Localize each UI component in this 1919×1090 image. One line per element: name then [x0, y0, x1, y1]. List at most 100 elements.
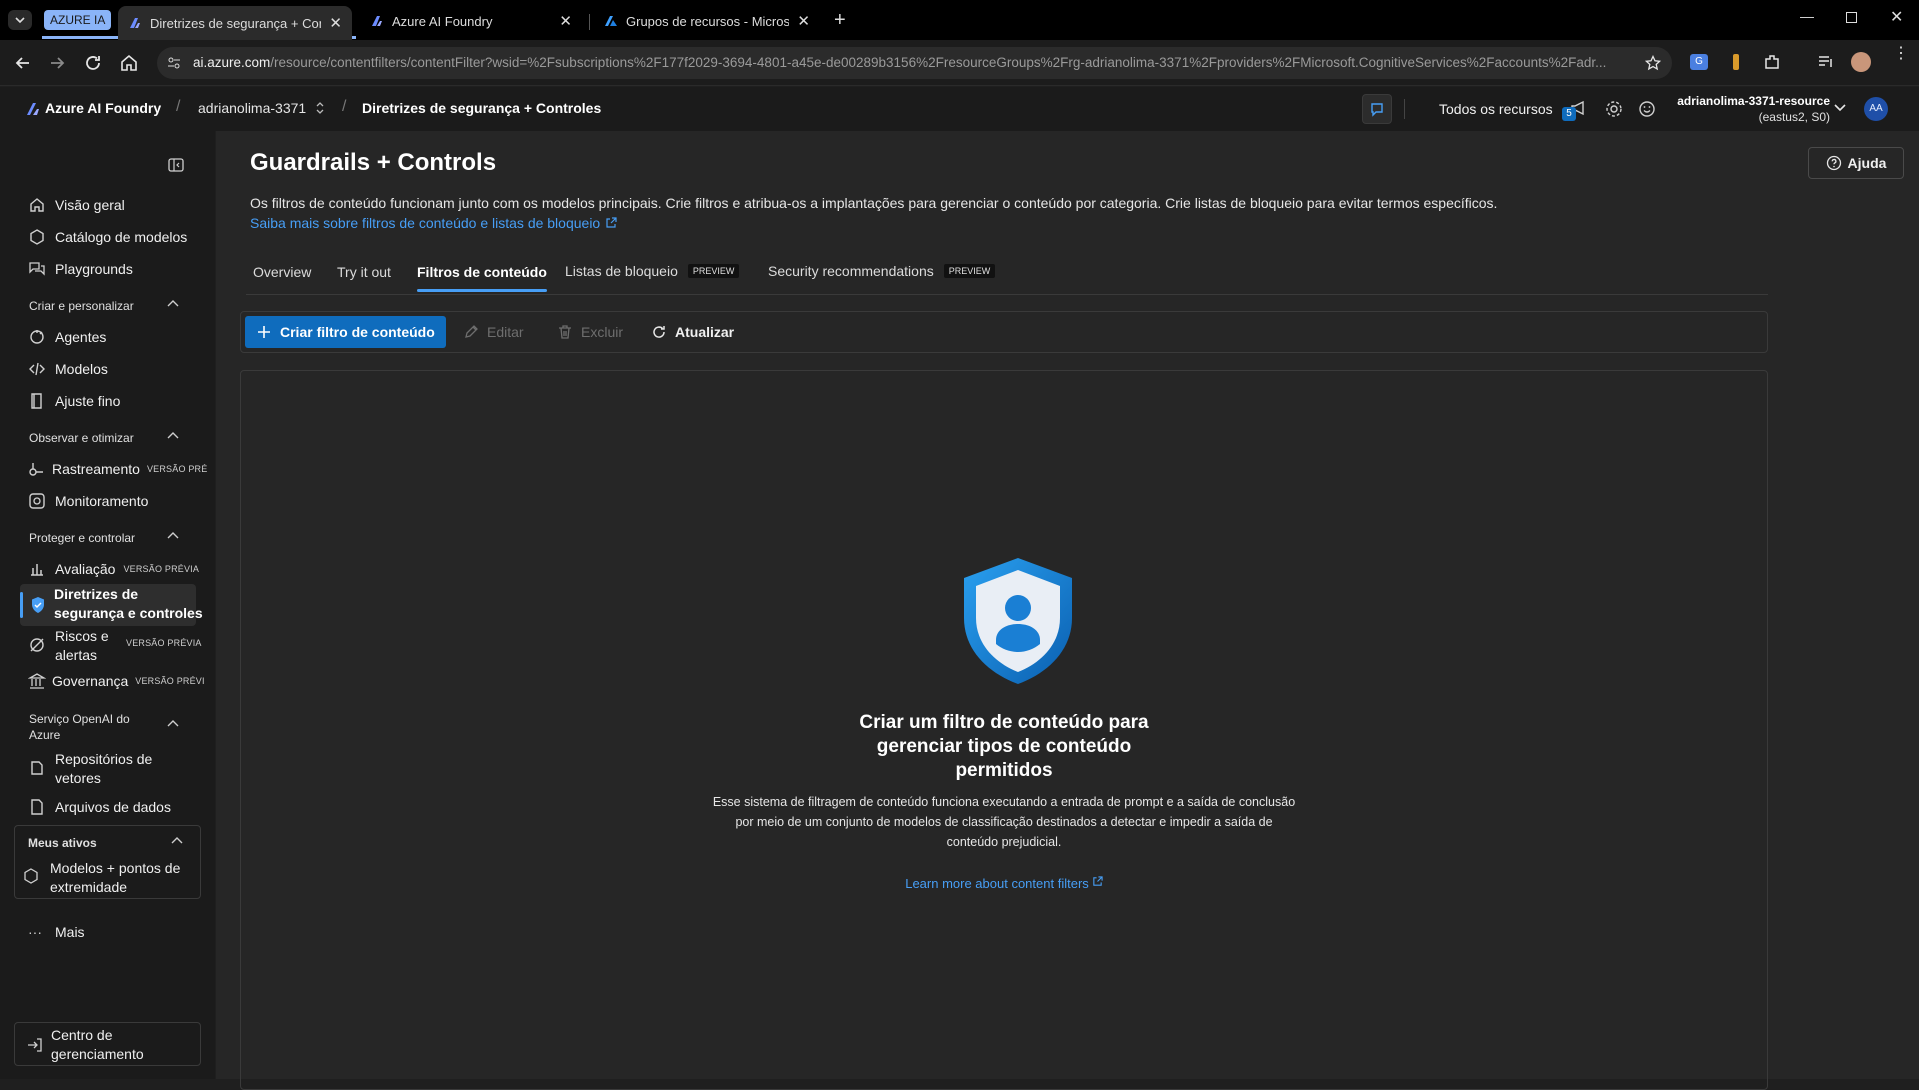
help-button[interactable]: Ajuda	[1808, 147, 1904, 179]
empty-state-description: Esse sistema de filtragem de conteúdo fu…	[241, 792, 1767, 852]
notification-count-badge: 5	[1562, 107, 1576, 121]
nav-models[interactable]: Modelos	[28, 360, 108, 378]
nav-fine-tuning[interactable]: Ajuste fino	[28, 392, 120, 410]
tab-security-recommendations[interactable]: Security recommendations PREVIEW	[768, 263, 996, 279]
copilot-button[interactable]	[1362, 94, 1392, 124]
browser-tab[interactable]: Grupos de recursos - Microsoft ✕	[594, 7, 820, 35]
settings-gear-icon[interactable]	[1605, 100, 1623, 118]
browser-menu-icon[interactable]: ⋮	[1893, 46, 1909, 62]
description-line: conteúdo prejudicial.	[946, 835, 1062, 849]
title-line: Criar um filtro de conteúdo para	[859, 712, 1149, 733]
chevron-up-icon[interactable]	[167, 531, 179, 541]
nav-label: Ajuste fino	[55, 393, 121, 409]
nav-overview[interactable]: Visão geral	[28, 196, 125, 214]
extensions-puzzle-icon[interactable]	[1763, 53, 1781, 71]
nav-risks-alerts[interactable]: Riscos e alertas VERSÃO PRÉVIA	[28, 626, 208, 666]
nav-guardrails-selected[interactable]: Diretrizes de segurança e controles	[20, 584, 203, 626]
announcements-button[interactable]: 5	[1562, 99, 1590, 121]
project-switcher[interactable]: adrianolima-3371	[198, 100, 326, 116]
nav-label: Arquivos de dados	[55, 799, 171, 815]
nav-evaluation[interactable]: Avaliação VERSÃO PRÉVIA	[28, 560, 199, 578]
chevron-up-icon[interactable]	[171, 836, 183, 846]
tab-label: Filtros de conteúdo	[417, 264, 547, 280]
section-create-header[interactable]: Criar e personalizar	[29, 299, 134, 313]
edit-button[interactable]: Editar	[463, 324, 524, 340]
close-window-button[interactable]: ✕	[1890, 7, 1903, 27]
extension-icon[interactable]	[1733, 54, 1739, 70]
section-observe-header[interactable]: Observar e otimizar	[29, 431, 134, 445]
monitor-icon	[29, 493, 45, 509]
nav-vector-stores[interactable]: Repositórios de vetores	[28, 749, 198, 789]
nav-label: Playgrounds	[55, 261, 133, 277]
breadcrumb-separator: /	[176, 98, 181, 115]
translate-extension-icon[interactable]: G	[1690, 54, 1708, 70]
url-host: ai.azure.com	[193, 55, 271, 70]
chevron-up-down-icon	[316, 102, 324, 114]
nav-model-catalog[interactable]: Catálogo de modelos	[28, 228, 187, 246]
section-label: Serviço OpenAI do	[29, 712, 130, 726]
code-icon	[29, 362, 45, 376]
user-avatar[interactable]: AA	[1864, 97, 1888, 121]
create-content-filter-button[interactable]: Criar filtro de conteúdo	[245, 316, 446, 348]
tab-group-label[interactable]: AZURE IA	[44, 10, 112, 30]
nav-more[interactable]: ··· Mais	[28, 924, 85, 940]
nav-data-files[interactable]: Arquivos de dados	[28, 798, 171, 816]
chevron-down-icon[interactable]	[1833, 103, 1847, 113]
media-control-icon[interactable]	[1817, 54, 1835, 70]
collapse-sidebar-icon[interactable]	[168, 158, 184, 172]
management-center-button[interactable]: Centro de gerenciamento	[14, 1022, 201, 1066]
nav-label: alertas	[55, 647, 98, 663]
chevron-up-icon[interactable]	[167, 299, 179, 309]
site-info-icon[interactable]	[167, 56, 181, 70]
nav-monitoring[interactable]: Monitoramento	[28, 492, 148, 510]
nav-playgrounds[interactable]: Playgrounds	[28, 260, 133, 278]
brand-link[interactable]: Azure AI Foundry	[45, 100, 161, 116]
governance-icon	[28, 673, 46, 689]
cube-icon	[30, 229, 44, 245]
section-openai-header[interactable]: Serviço OpenAI do Azure	[29, 711, 130, 743]
refresh-button[interactable]: Atualizar	[651, 324, 734, 340]
preview-badge: VERSÃO PRÉVIA	[126, 638, 202, 648]
reload-icon[interactable]	[82, 52, 104, 74]
address-bar[interactable]: ai.azure.com/resource/contentfilters/con…	[157, 47, 1672, 79]
tab-overview[interactable]: Overview	[253, 264, 311, 280]
chevron-up-icon[interactable]	[167, 719, 179, 729]
nav-governance[interactable]: Governança VERSÃO PRÉVI	[28, 672, 205, 690]
nav-label: Centro de	[51, 1027, 113, 1043]
nav-label: vetores	[55, 770, 101, 786]
tab-close-icon[interactable]: ✕	[559, 12, 572, 30]
tab-content-filters[interactable]: Filtros de conteúdo	[417, 264, 547, 292]
all-resources-link[interactable]: Todos os recursos	[1439, 101, 1553, 117]
bookmark-star-icon[interactable]	[1645, 55, 1661, 71]
browser-tab[interactable]: Azure AI Foundry ✕	[360, 7, 582, 35]
nav-tracing[interactable]: Rastreamento VERSÃO PRÉ	[28, 460, 207, 478]
tab-search-button[interactable]	[8, 10, 32, 30]
nav-models-endpoints[interactable]: Modelos + pontos de extremidade	[50, 859, 180, 897]
section-protect-header[interactable]: Proteger e controlar	[29, 531, 135, 545]
title-line: gerenciar tipos de conteúdo	[876, 736, 1132, 757]
restore-window-button[interactable]	[1846, 12, 1857, 23]
learn-content-filters-link[interactable]: Learn more about content filters	[241, 876, 1767, 891]
tabs-divider	[246, 294, 1768, 295]
browser-tab-active[interactable]: Diretrizes de segurança + Cont ✕	[118, 6, 352, 40]
button-label: Atualizar	[675, 324, 735, 340]
profile-avatar[interactable]	[1851, 52, 1871, 72]
back-icon[interactable]	[12, 52, 34, 74]
tab-try-it-out[interactable]: Try it out	[337, 264, 391, 280]
nav-agents[interactable]: Agentes	[28, 328, 106, 346]
learn-more-link[interactable]: Saiba mais sobre filtros de conteúdo e l…	[250, 215, 617, 231]
new-tab-button[interactable]: +	[834, 9, 846, 32]
link-label: Learn more about content filters	[905, 876, 1089, 891]
minimize-window-button[interactable]: —	[1800, 8, 1814, 24]
tab-close-icon[interactable]: ✕	[797, 12, 810, 30]
feedback-smiley-icon[interactable]	[1638, 100, 1656, 118]
chevron-up-icon[interactable]	[167, 431, 179, 441]
section-assets-header[interactable]: Meus ativos	[28, 836, 97, 850]
delete-button[interactable]: Excluir	[557, 324, 623, 340]
resource-switcher[interactable]: adrianolima-3371-resource (eastus2, S0)	[1664, 91, 1830, 127]
forward-icon[interactable]	[46, 52, 68, 74]
page-description: Os filtros de conteúdo funcionam junto c…	[250, 195, 1498, 211]
tab-close-icon[interactable]: ✕	[329, 14, 342, 32]
home-icon[interactable]	[118, 52, 140, 74]
tab-blocklists[interactable]: Listas de bloqueio PREVIEW	[565, 263, 740, 279]
